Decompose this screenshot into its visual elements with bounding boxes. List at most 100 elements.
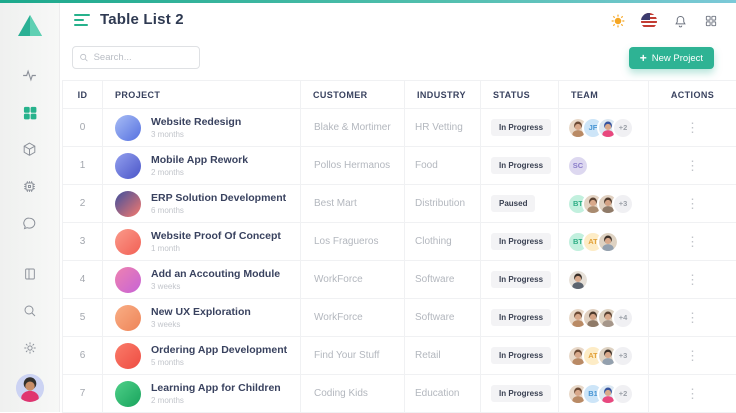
team-member-more[interactable]: +3 xyxy=(612,345,634,367)
search-icon xyxy=(79,52,89,63)
row-actions-menu-icon[interactable]: ⋮ xyxy=(680,385,705,402)
project-avatar xyxy=(115,229,141,255)
project-cell: Learning App for Children 2 months xyxy=(103,375,301,413)
cube-icon xyxy=(21,141,38,158)
customer-cell: WorkForce xyxy=(301,261,405,299)
search-box xyxy=(72,46,200,69)
status-cell: In Progress xyxy=(481,223,559,261)
sidebar-item-activity[interactable] xyxy=(12,57,48,94)
search-icon xyxy=(22,303,38,319)
industry-cell: HR Vetting xyxy=(405,109,481,147)
sidebar-nav xyxy=(0,57,59,242)
app-logo[interactable] xyxy=(16,11,44,39)
team-member-more[interactable]: +4 xyxy=(612,307,634,329)
project-cell: Add an Accouting Module3 weeks xyxy=(103,261,301,299)
table-row: 5New UX Exploration3 weeksWorkForceSoftw… xyxy=(63,299,736,337)
team-cell: SC xyxy=(559,147,649,185)
column-header-status: STATUS xyxy=(481,81,559,109)
page-title: Table List 2 xyxy=(100,11,184,28)
project-avatar xyxy=(115,381,141,407)
row-actions-menu-icon[interactable]: ⋮ xyxy=(680,157,705,174)
team-member-photo[interactable] xyxy=(567,269,589,291)
column-header-project: PROJECT xyxy=(103,81,301,109)
theme-toggle[interactable] xyxy=(609,12,627,30)
project-duration: 1 month xyxy=(151,244,281,253)
project-cell: ERP Solution Development6 months xyxy=(103,185,301,223)
project-avatar xyxy=(115,305,141,331)
sidebar xyxy=(0,3,60,412)
project-avatar xyxy=(115,115,141,141)
team-member-more[interactable]: +2 xyxy=(612,117,634,139)
menu-toggle-icon[interactable] xyxy=(74,14,91,29)
actions-cell: ⋮ xyxy=(649,223,736,261)
column-header-actions: ACTIONS xyxy=(649,81,736,109)
project-name: Mobile App Rework xyxy=(151,154,248,166)
column-header-industry: INDUSTRY xyxy=(405,81,481,109)
industry-cell: Food xyxy=(405,147,481,185)
notifications-button[interactable] xyxy=(671,12,689,30)
sidebar-item-chat[interactable] xyxy=(12,205,48,242)
status-badge: In Progress xyxy=(491,347,551,364)
project-duration: 3 weeks xyxy=(151,282,280,291)
search-input[interactable] xyxy=(94,52,193,63)
project-cell: Website Proof Of Concept1 month xyxy=(103,223,301,261)
user-avatar[interactable] xyxy=(16,374,44,402)
row-actions-menu-icon[interactable]: ⋮ xyxy=(680,233,705,250)
project-info: Website Proof Of Concept1 month xyxy=(151,230,281,253)
project-info: New UX Exploration3 weeks xyxy=(151,306,251,329)
sidebar-item-system[interactable] xyxy=(12,168,48,205)
team-avatar-group: AT+3 xyxy=(567,345,634,367)
table-row: 1Mobile App Rework2 monthsPollos Hermano… xyxy=(63,147,736,185)
column-header-team: TEAM xyxy=(559,81,649,109)
sidebar-item-search[interactable] xyxy=(12,292,48,329)
row-id: 1 xyxy=(63,147,103,185)
sidebar-item-settings[interactable] xyxy=(12,329,48,366)
project-duration: 2 months xyxy=(151,396,281,405)
team-cell: BT+3 xyxy=(559,185,649,223)
team-member-more[interactable]: +3 xyxy=(612,193,634,215)
team-member-more[interactable]: +2 xyxy=(612,383,634,405)
new-project-button[interactable]: + New Project xyxy=(629,47,714,69)
row-actions-menu-icon[interactable]: ⋮ xyxy=(680,271,705,288)
industry-cell: Clothing xyxy=(405,223,481,261)
project-avatar xyxy=(115,153,141,179)
notebook-icon xyxy=(22,266,38,282)
language-selector[interactable] xyxy=(640,12,658,30)
customer-cell: Pollos Hermanos xyxy=(301,147,405,185)
status-badge: In Progress xyxy=(491,157,551,174)
bell-icon xyxy=(673,14,688,29)
sidebar-item-docs[interactable] xyxy=(12,255,48,292)
team-member-initials[interactable]: SC xyxy=(567,155,589,177)
project-cell: Mobile App Rework2 months xyxy=(103,147,301,185)
dashboard-grid-icon xyxy=(22,105,38,121)
team-cell: B1+2 xyxy=(559,375,649,413)
status-badge: In Progress xyxy=(491,271,551,288)
table-row: 4Add an Accouting Module3 weeksWorkForce… xyxy=(63,261,736,299)
status-cell: In Progress xyxy=(481,375,559,413)
status-badge: In Progress xyxy=(491,119,551,136)
project-name: Learning App for Children xyxy=(151,382,281,394)
row-id: 0 xyxy=(63,109,103,147)
row-actions-menu-icon[interactable]: ⋮ xyxy=(680,347,705,364)
project-info: ERP Solution Development6 months xyxy=(151,192,286,215)
sidebar-item-packages[interactable] xyxy=(12,131,48,168)
project-name: Website Redesign xyxy=(151,116,241,128)
project-info: Learning App for Children 2 months xyxy=(151,382,281,405)
industry-cell: Software xyxy=(405,299,481,337)
actions-cell: ⋮ xyxy=(649,337,736,375)
team-member-photo[interactable] xyxy=(597,231,619,253)
row-actions-menu-icon[interactable]: ⋮ xyxy=(680,195,705,212)
row-actions-menu-icon[interactable]: ⋮ xyxy=(680,119,705,136)
user-avatar-image xyxy=(16,374,44,402)
sidebar-item-dashboard[interactable] xyxy=(12,94,48,131)
status-badge: Paused xyxy=(491,195,535,212)
team-cell: AT+3 xyxy=(559,337,649,375)
status-badge: In Progress xyxy=(491,309,551,326)
row-actions-menu-icon[interactable]: ⋮ xyxy=(680,309,705,326)
table-header-row: IDPROJECTCUSTOMERINDUSTRYSTATUSTEAMACTIO… xyxy=(63,81,736,109)
apps-menu-button[interactable] xyxy=(702,12,720,30)
logo-triangle-icon xyxy=(17,12,43,38)
status-cell: In Progress xyxy=(481,261,559,299)
gear-icon xyxy=(22,340,38,356)
team-avatar-group: BT+3 xyxy=(567,193,634,215)
